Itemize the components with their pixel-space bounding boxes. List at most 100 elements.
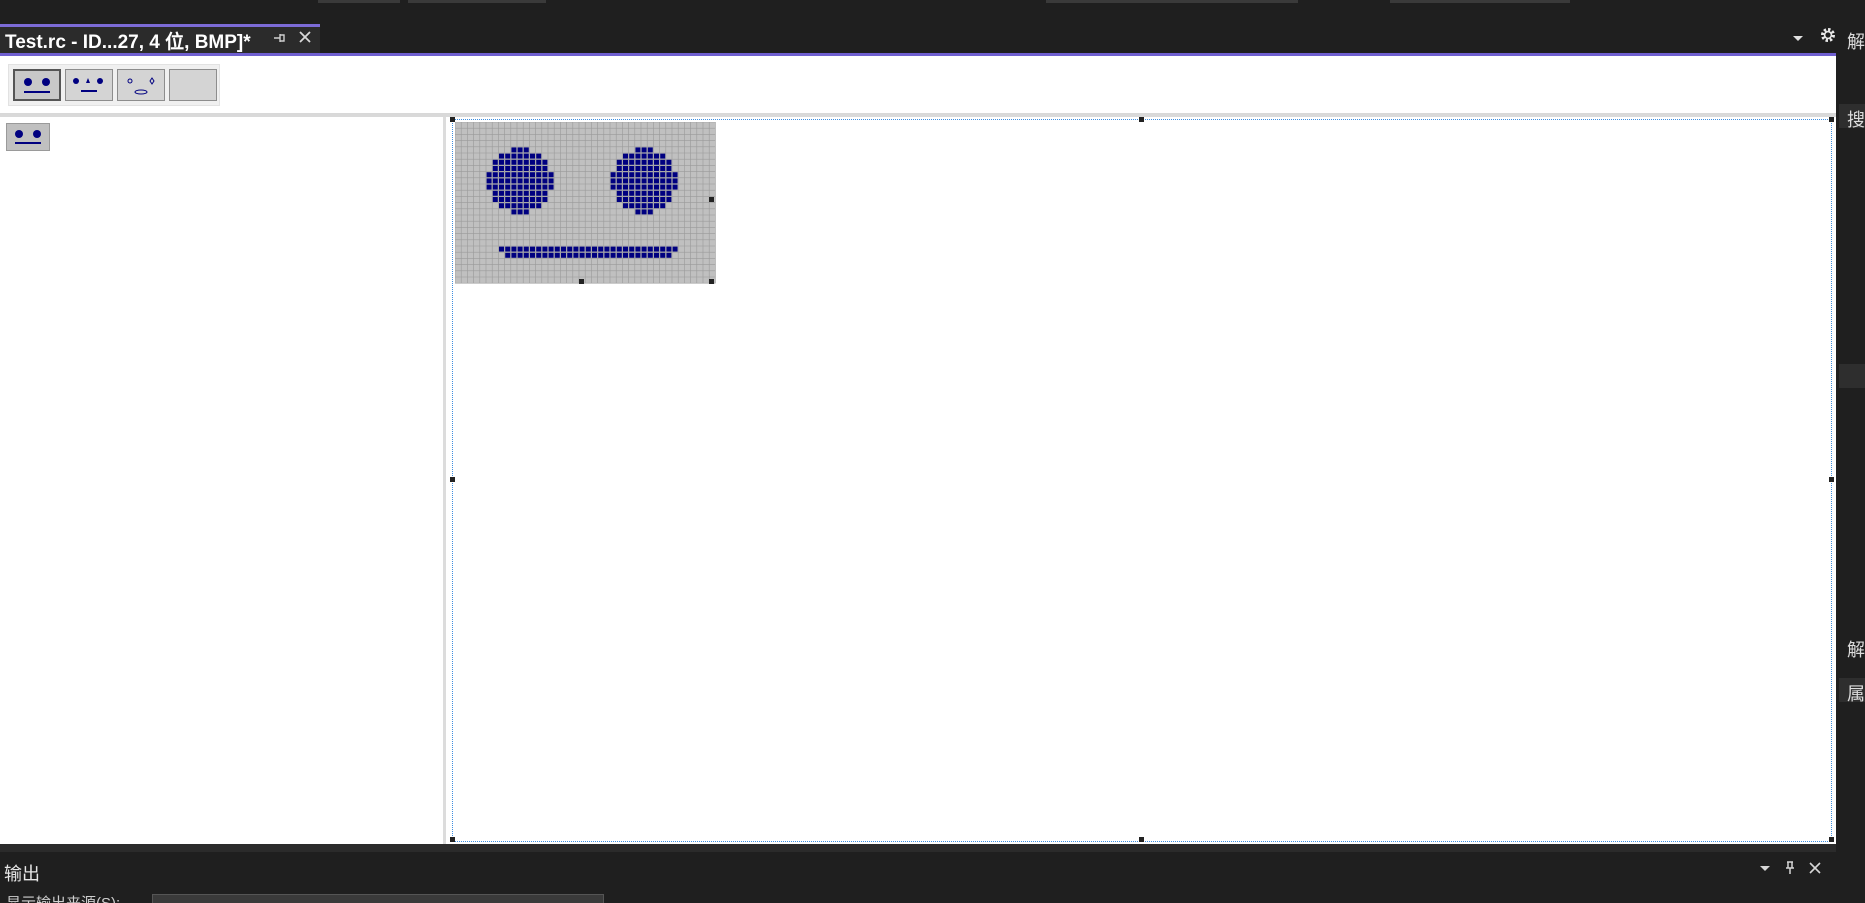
output-splitter[interactable] — [0, 844, 1836, 852]
bitmap-pixel[interactable] — [517, 147, 523, 153]
bitmap-pixel[interactable] — [492, 159, 498, 165]
bitmap-pixel[interactable] — [610, 246, 616, 252]
bitmap-pixel[interactable] — [536, 190, 542, 196]
bitmap-pixel[interactable] — [517, 184, 523, 190]
bitmap-canvas-area[interactable] — [449, 117, 1836, 844]
bitmap-pixel[interactable] — [654, 246, 659, 252]
bitmap-pixel[interactable] — [573, 252, 579, 258]
bitmap-pixel[interactable] — [616, 246, 622, 252]
bitmap-pixel[interactable] — [635, 203, 641, 209]
bitmap-pixel[interactable] — [505, 178, 511, 184]
bitmap-pixel[interactable] — [641, 172, 647, 178]
bitmap-pixel[interactable] — [629, 166, 635, 171]
bitmap-pixel[interactable] — [641, 209, 647, 215]
bitmap-pixel[interactable] — [505, 197, 511, 202]
bitmap-pixel[interactable] — [492, 190, 498, 196]
bitmap-pixel[interactable] — [517, 172, 523, 178]
bitmap-pixel[interactable] — [523, 147, 529, 153]
dock-tab-solution-2[interactable]: 解 — [1836, 636, 1865, 662]
bitmap-pixel[interactable] — [623, 166, 628, 171]
bitmap-pixel[interactable] — [610, 178, 616, 184]
bitmap-pixel[interactable] — [666, 190, 672, 196]
bitmap-pixel[interactable] — [654, 178, 659, 184]
bitmap-pixel[interactable] — [635, 166, 641, 171]
bitmap-pixel[interactable] — [499, 203, 504, 209]
bitmap-pixel[interactable] — [530, 203, 535, 209]
bitmap-pixel[interactable] — [654, 203, 659, 209]
bitmap-pixel[interactable] — [641, 159, 647, 165]
bitmap-pixel[interactable] — [654, 252, 659, 258]
bitmap-pixel[interactable] — [616, 252, 622, 258]
bitmap-pixel[interactable] — [517, 190, 523, 196]
bitmap-pixel[interactable] — [660, 172, 666, 178]
bitmap-pixel[interactable] — [492, 178, 498, 184]
bitmap-pixel[interactable] — [486, 178, 492, 184]
bitmap-pixel[interactable] — [542, 172, 548, 178]
bitmap-pixel[interactable] — [635, 172, 641, 178]
bitmap-pixel[interactable] — [517, 178, 523, 184]
bitmap-pixel[interactable] — [610, 172, 616, 178]
bitmap-pixel[interactable] — [536, 184, 542, 190]
bitmap-pixel[interactable] — [666, 159, 672, 165]
bitmap-pixel[interactable] — [616, 178, 622, 184]
bitmap-pixel[interactable] — [579, 252, 585, 258]
bitmap-pixel[interactable] — [647, 246, 653, 252]
bitmap-pixel[interactable] — [486, 172, 492, 178]
bitmap-pixel[interactable] — [499, 197, 504, 202]
bitmap-pixel[interactable] — [548, 252, 554, 258]
bitmap-pixel[interactable] — [616, 166, 622, 171]
bitmap-pixel[interactable] — [647, 178, 653, 184]
bitmap-pixel[interactable] — [635, 190, 641, 196]
bitmap-pixel[interactable] — [635, 252, 641, 258]
bitmap-pixel[interactable] — [530, 246, 535, 252]
bitmap-pixel[interactable] — [623, 190, 628, 196]
bitmap-pixel[interactable] — [548, 172, 554, 178]
bitmap-pixel[interactable] — [616, 190, 622, 196]
bitmap-pixel[interactable] — [554, 246, 560, 252]
gear-icon[interactable] — [1818, 26, 1838, 48]
bitmap-pixel[interactable] — [523, 178, 529, 184]
bitmap-pixel[interactable] — [629, 252, 635, 258]
bitmap-pixel[interactable] — [505, 246, 511, 252]
bitmap-pixel[interactable] — [635, 147, 641, 153]
bitmap-pixel[interactable] — [623, 159, 628, 165]
bitmap-pixel[interactable] — [598, 246, 604, 252]
bitmap-pixel[interactable] — [530, 184, 535, 190]
bitmap-pixel[interactable] — [616, 197, 622, 202]
bitmap-pixel[interactable] — [561, 246, 566, 252]
bitmap-pixel[interactable] — [629, 184, 635, 190]
dock-tab-search[interactable]: 搜 — [1836, 106, 1865, 128]
bitmap-pixel[interactable] — [542, 166, 548, 171]
bitmap-pixel[interactable] — [530, 153, 535, 159]
bitmap-pixel[interactable] — [647, 184, 653, 190]
bitmap-pixel[interactable] — [505, 184, 511, 190]
bitmap-pixel[interactable] — [654, 153, 659, 159]
chevron-down-icon[interactable] — [1790, 30, 1806, 46]
bitmap-pixel[interactable] — [536, 203, 542, 209]
bitmap-pixel[interactable] — [542, 252, 548, 258]
bitmap-pixel[interactable] — [666, 166, 672, 171]
bitmap-pixel[interactable] — [536, 252, 542, 258]
bitmap-pixel[interactable] — [542, 159, 548, 165]
bitmap-pixel[interactable] — [641, 178, 647, 184]
bitmap-pixel[interactable] — [660, 153, 666, 159]
bitmap-pixel[interactable] — [585, 252, 591, 258]
bitmap-pixel[interactable] — [523, 184, 529, 190]
dock-scroll-thumb[interactable] — [1839, 364, 1865, 388]
bitmap-pixel[interactable] — [635, 197, 641, 202]
bitmap-pixel[interactable] — [610, 184, 616, 190]
bitmap-pixel[interactable] — [530, 197, 535, 202]
bitmap-pixel[interactable] — [654, 172, 659, 178]
bitmap-pixel[interactable] — [536, 159, 542, 165]
bitmap-pixel[interactable] — [629, 159, 635, 165]
resize-handle[interactable] — [1829, 477, 1834, 482]
toolbar-segment[interactable] — [318, 0, 400, 3]
toolbar-segment[interactable] — [1390, 0, 1570, 3]
bitmap-pixel[interactable] — [505, 252, 511, 258]
bitmap-resize-handle[interactable] — [579, 279, 584, 284]
bitmap-pixel[interactable] — [499, 184, 504, 190]
bitmap-pixel[interactable] — [561, 252, 566, 258]
bitmap-pixel[interactable] — [635, 159, 641, 165]
bitmap-pixel[interactable] — [641, 246, 647, 252]
bitmap-pixel[interactable] — [641, 184, 647, 190]
